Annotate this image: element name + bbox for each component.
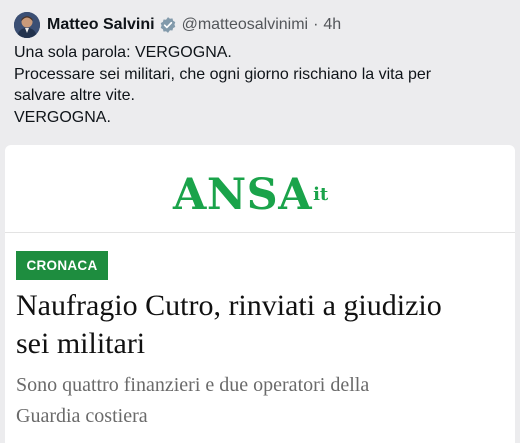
author-handle[interactable]: @matteosalvinimi	[182, 16, 309, 34]
tweet-text-line: Una sola parola: VERGOGNA.	[14, 44, 232, 61]
subtitle-line: Guardia costiera	[16, 405, 148, 427]
category-badge[interactable]: CRONACA	[16, 251, 108, 280]
verified-badge-icon	[159, 16, 177, 34]
link-preview-card[interactable]: ANSA it CRONACA Naufragio Cutro, rinviat…	[5, 145, 515, 443]
tweet-text-line: salvare altre vite.	[14, 87, 135, 104]
headline-line: sei militari	[16, 327, 146, 360]
ansa-logo-word: ANSA	[173, 170, 313, 220]
separator-dot: ·	[313, 16, 319, 33]
card-logo-area: ANSA it	[5, 145, 515, 233]
avatar-photo	[14, 12, 40, 38]
tweet-text: Una sola parola: VERGOGNA. Processare se…	[14, 42, 509, 128]
ansa-logo: ANSA it	[173, 173, 328, 217]
article-headline[interactable]: Naufragio Cutro, rinviati a giudizio sei…	[16, 287, 511, 363]
tweet-header: Matteo Salvini @matteosalvinimi · 4h	[14, 10, 341, 40]
tweet-timestamp[interactable]: 4h	[323, 16, 341, 34]
tweet-text-line: Processare sei militari, che ogni giorno…	[14, 65, 432, 83]
ansa-logo-suffix: it	[313, 184, 329, 205]
author-name[interactable]: Matteo Salvini	[47, 16, 155, 34]
tweet[interactable]: Matteo Salvini @matteosalvinimi · 4h Una…	[0, 0, 520, 443]
tweet-text-line: VERGOGNA.	[14, 108, 111, 126]
headline-line: Naufragio Cutro, rinviati a giudizio	[16, 289, 442, 322]
article-subtitle: Sono quattro finanzieri e due operatori …	[16, 370, 511, 432]
subtitle-line: Sono quattro finanzieri e due operatori …	[16, 374, 370, 396]
avatar[interactable]	[14, 12, 40, 38]
